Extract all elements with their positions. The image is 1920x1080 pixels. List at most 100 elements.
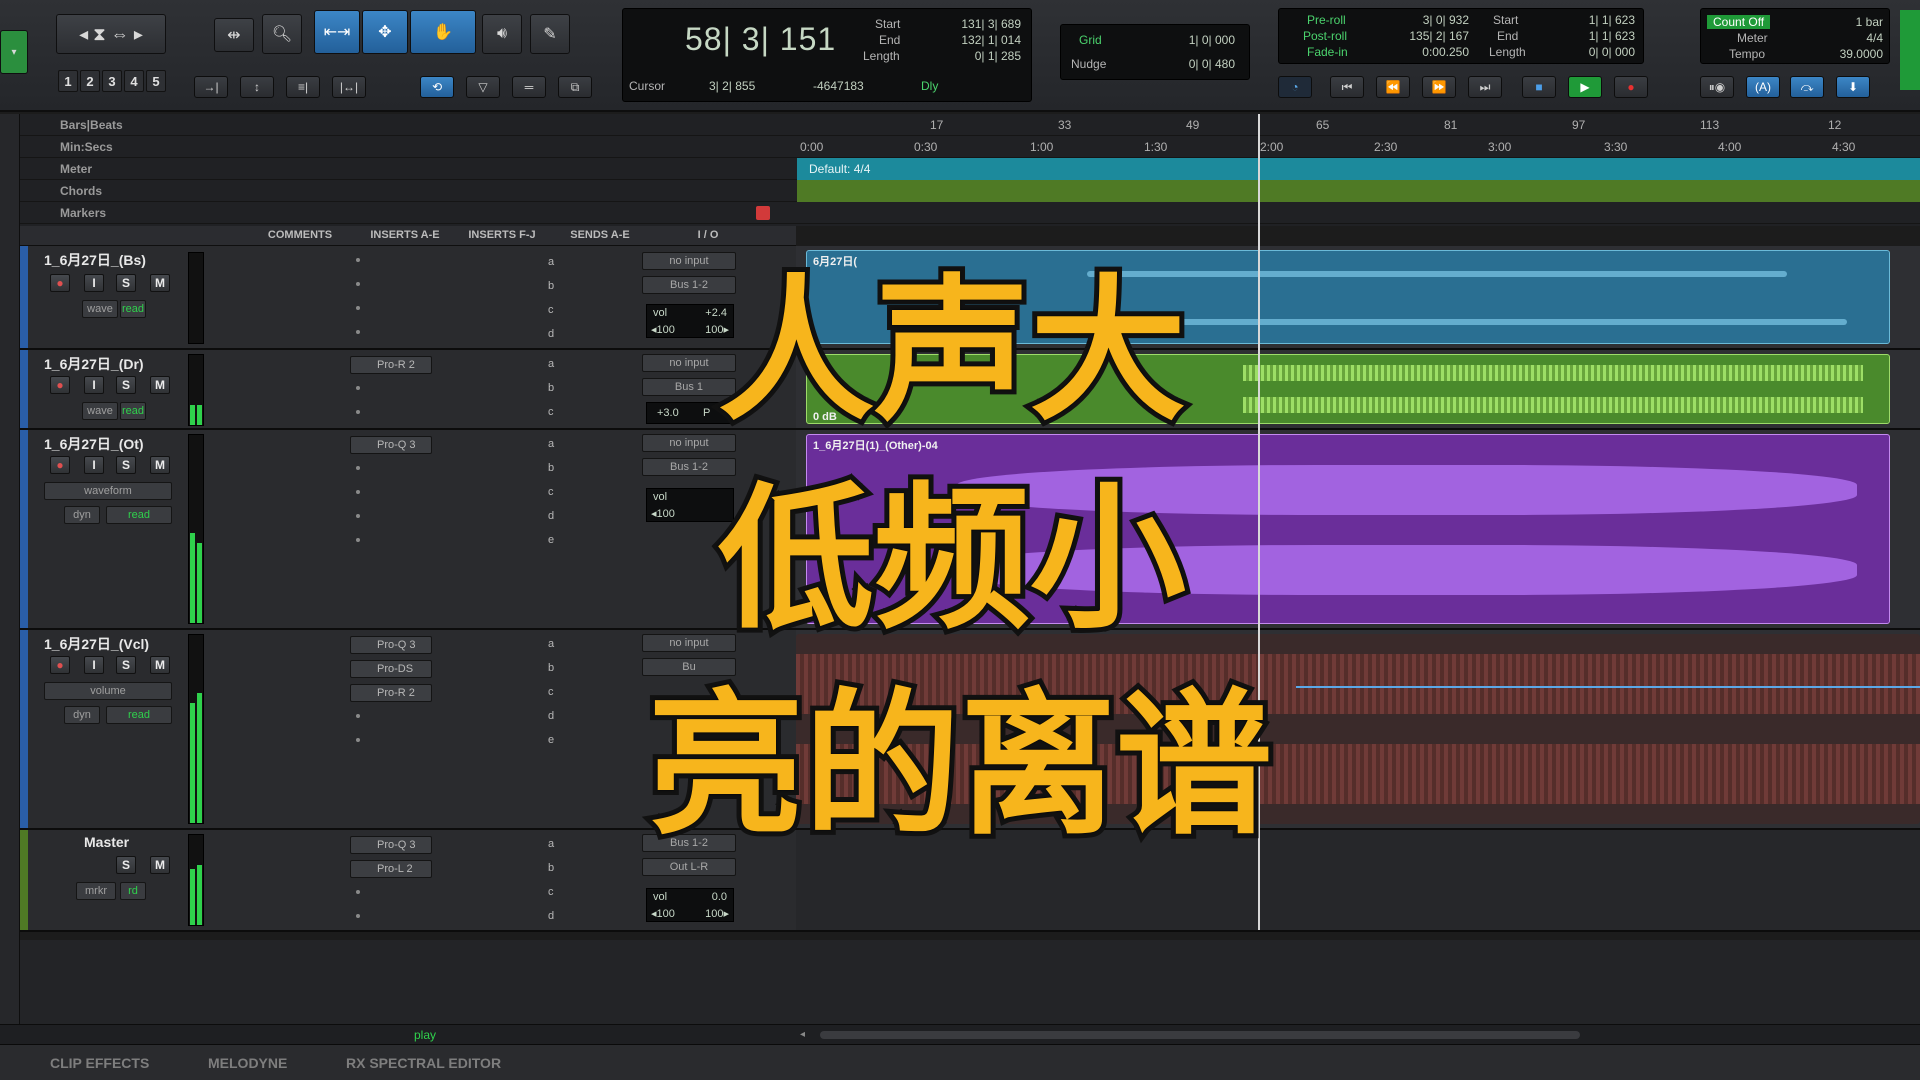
insertion-follows-icon[interactable]: |↔| xyxy=(332,76,366,98)
grid-label[interactable]: Grid xyxy=(1079,33,1102,47)
stop-icon[interactable]: ■ xyxy=(1522,76,1556,98)
scrubber-tool-icon[interactable]: 🔊︎ xyxy=(482,14,522,54)
window-config-icon[interactable]: ⧉ xyxy=(558,76,592,98)
cursor-extra-value: -4647183 xyxy=(813,79,864,93)
shuffle-mode-icon[interactable]: ◂ ⧗ ⇔ ▸ xyxy=(56,14,166,54)
scroll-left-icon[interactable]: ◂ xyxy=(800,1030,808,1040)
play-status: play xyxy=(414,1028,437,1042)
link-timeline-icon[interactable]: ⟲ xyxy=(420,76,454,98)
meter-ruler-label: Meter xyxy=(60,162,93,176)
end-label: End xyxy=(879,33,901,47)
bar-tick: 65 xyxy=(1316,118,1330,132)
time-tick: 4:30 xyxy=(1832,140,1856,154)
nudge-value[interactable]: 0| 0| 480 xyxy=(1189,57,1235,71)
tab-to-transient-icon[interactable]: →| xyxy=(194,76,228,98)
tempo-label: Tempo xyxy=(1729,47,1766,61)
trim-tool-icon[interactable]: ⇤⇥ xyxy=(314,10,360,54)
markers-ruler[interactable]: Markers xyxy=(0,202,1920,224)
zoom-preset-1[interactable]: 1 xyxy=(58,70,78,92)
keyboard-focus-icon[interactable]: ═ xyxy=(512,76,546,98)
zoom-tool-icon[interactable]: 🔍︎ xyxy=(262,14,302,54)
min-secs-ruler[interactable]: Min:Secs 0:00 0:30 1:00 1:30 2:00 2:30 3… xyxy=(0,136,1920,158)
length-label: Length xyxy=(863,49,900,63)
length2-value[interactable]: 0| 0| 000 xyxy=(1589,45,1635,59)
bars-beats-ruler[interactable]: Bars|Beats 17 33 49 65 81 97 113 12 xyxy=(0,114,1920,136)
online-icon[interactable]: ◔ xyxy=(1278,76,1312,98)
zoom-preset-3[interactable]: 3 xyxy=(102,70,122,92)
delay-comp-label[interactable]: Dly xyxy=(921,79,938,93)
left-edge-button[interactable]: ▾ xyxy=(0,30,28,74)
send-slot-d[interactable]: d xyxy=(548,910,554,922)
selector-tool-icon[interactable]: ✥ xyxy=(362,10,408,54)
grabber-tool-icon[interactable]: ✋ xyxy=(410,10,476,54)
time-tick: 3:30 xyxy=(1604,140,1628,154)
vol-value: 0.0 xyxy=(711,891,727,903)
automation-mode-selector[interactable]: rd xyxy=(120,882,146,900)
return-to-zero-icon[interactable]: ⏮ xyxy=(1330,76,1364,98)
caption-line-1: 人声大 xyxy=(713,255,1191,447)
volume-pan-display[interactable]: vol 0.0 ◂100 100▸ xyxy=(646,888,734,922)
zoomer-toggle-icon[interactable]: ⇹ xyxy=(214,18,254,52)
start2-value[interactable]: 1| 1| 623 xyxy=(1589,13,1635,27)
record-icon[interactable]: ● xyxy=(1614,76,1648,98)
time-tick: 1:30 xyxy=(1144,140,1168,154)
zoom-preset-2[interactable]: 2 xyxy=(80,70,100,92)
track-view-selector[interactable]: mrkr xyxy=(76,882,116,900)
tempo-panel: Count Off 1 bar Meter 4/4 Tempo 39.0000 xyxy=(1700,8,1890,64)
length-value[interactable]: 0| 1| 285 xyxy=(975,49,1021,63)
time-tick: 1:00 xyxy=(1030,140,1054,154)
markers-label: Markers xyxy=(60,206,107,220)
main-counter[interactable]: 58| 3| 151 xyxy=(685,21,836,58)
horizontal-scrollbar[interactable] xyxy=(820,1031,1580,1039)
add-marker-icon[interactable] xyxy=(756,206,770,220)
zoom-preset-5[interactable]: 5 xyxy=(146,70,166,92)
fast-forward-icon[interactable]: ⏩ xyxy=(1422,76,1456,98)
midi-merge-icon[interactable]: ⏸◉ xyxy=(1700,76,1734,98)
mirror-midi-icon[interactable]: ↕ xyxy=(240,76,274,98)
link-selection-icon[interactable]: ≡| xyxy=(286,76,320,98)
track-select-icon[interactable]: ▽ xyxy=(466,76,500,98)
grid-value[interactable]: 1| 0| 000 xyxy=(1189,33,1235,47)
insert-slot[interactable] xyxy=(356,890,360,894)
fadein-value[interactable]: 0:00.250 xyxy=(1389,45,1469,59)
pencil-tool-icon[interactable]: ✎ xyxy=(530,14,570,54)
preroll-label[interactable]: Pre-roll xyxy=(1307,13,1346,27)
wait-for-note-icon[interactable]: (A) xyxy=(1746,76,1780,98)
send-slot-c[interactable]: c xyxy=(548,886,554,898)
meter-default-label: Default: 4/4 xyxy=(809,162,871,176)
start-value[interactable]: 131| 3| 689 xyxy=(961,17,1021,31)
metronome-icon[interactable]: ⤼ xyxy=(1790,76,1824,98)
end-value[interactable]: 132| 1| 014 xyxy=(961,33,1021,47)
count-off-bars[interactable]: 1 bar xyxy=(1856,15,1883,29)
length2-label: Length xyxy=(1489,45,1526,59)
preroll-value[interactable]: 3| 0| 932 xyxy=(1389,13,1469,27)
play-icon[interactable]: ▶ xyxy=(1568,76,1602,98)
bar-tick: 97 xyxy=(1572,118,1586,132)
rewind-icon[interactable]: ⏪ xyxy=(1376,76,1410,98)
count-off-button[interactable]: Count Off xyxy=(1707,15,1771,29)
conductor-icon[interactable]: ⬇ xyxy=(1836,76,1870,98)
chords-label: Chords xyxy=(60,184,102,198)
grid-nudge-panel: Grid 1| 0| 000 Nudge 0| 0| 480 xyxy=(1060,24,1250,80)
end2-value[interactable]: 1| 1| 623 xyxy=(1589,29,1635,43)
time-tick: 0:00 xyxy=(800,140,824,154)
ruler-area: Bars|Beats 17 33 49 65 81 97 113 12 Min:… xyxy=(0,114,1920,226)
meter-event-bar[interactable]: Default: 4/4 xyxy=(797,158,1920,180)
tempo-value[interactable]: 39.0000 xyxy=(1840,47,1883,61)
go-to-end-icon[interactable]: ⏭ xyxy=(1468,76,1502,98)
chords-event-bar[interactable] xyxy=(797,180,1920,202)
insert-slot[interactable] xyxy=(356,914,360,918)
end2-label: End xyxy=(1497,29,1519,43)
bottom-tabs-bar: CLIP EFFECTS MELODYNE RX SPECTRAL EDITOR xyxy=(0,1044,1920,1080)
tab-melodyne[interactable]: MELODYNE xyxy=(208,1055,287,1071)
postroll-value[interactable]: 135| 2| 167 xyxy=(1389,29,1469,43)
bar-tick: 81 xyxy=(1444,118,1458,132)
fadein-label[interactable]: Fade-in xyxy=(1307,45,1348,59)
postroll-label[interactable]: Post-roll xyxy=(1303,29,1347,43)
right-edge-indicator xyxy=(1900,10,1920,90)
meter-value[interactable]: 4/4 xyxy=(1866,31,1883,45)
tab-rx-spectral-editor[interactable]: RX SPECTRAL EDITOR xyxy=(346,1055,501,1071)
zoom-preset-4[interactable]: 4 xyxy=(124,70,144,92)
nudge-label[interactable]: Nudge xyxy=(1071,57,1106,71)
tab-clip-effects[interactable]: CLIP EFFECTS xyxy=(50,1055,149,1071)
